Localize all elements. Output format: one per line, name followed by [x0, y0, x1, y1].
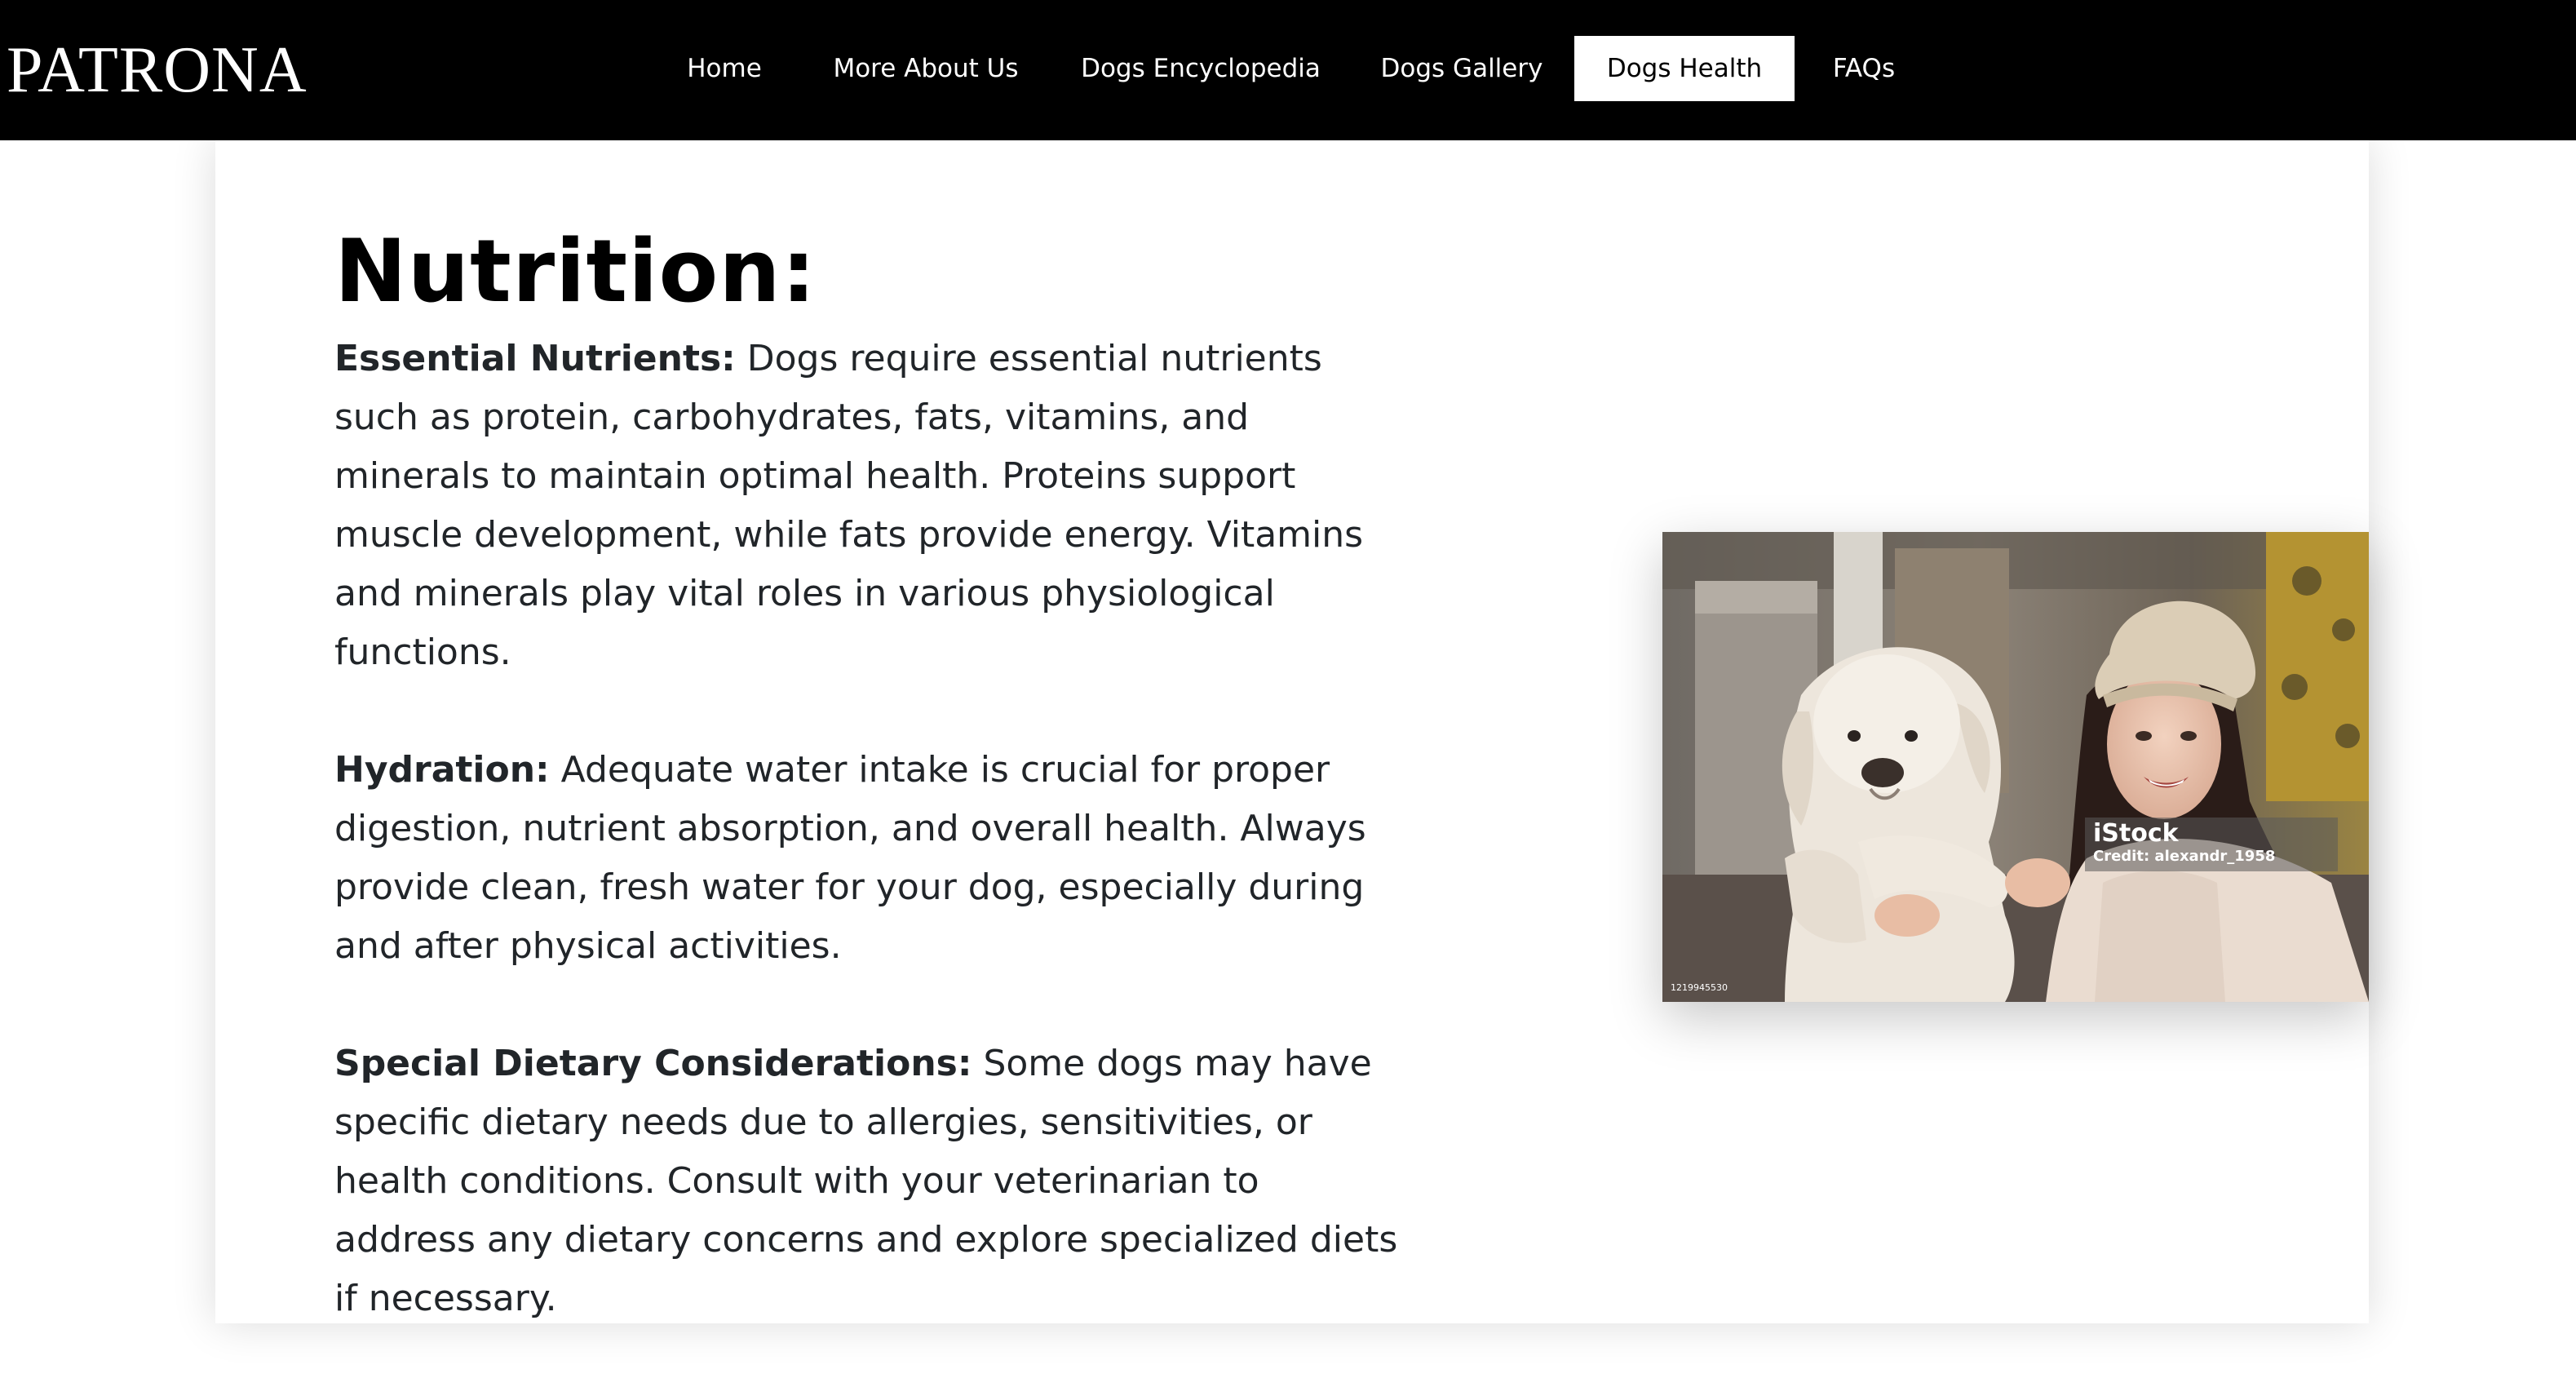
paragraph-title: Hydration:	[334, 749, 550, 791]
photo-credit-author: Credit: alexandr_1958	[2093, 848, 2276, 865]
nav-link-more-about-us[interactable]: More About Us	[808, 36, 1044, 101]
nav-link-dogs-encyclopedia[interactable]: Dogs Encyclopedia	[1057, 36, 1344, 101]
istock-label: iStock	[2093, 819, 2179, 848]
stock-photo-id: 1219945530	[1671, 982, 1728, 993]
top-navbar: PATRONA Home More About Us Dogs Encyclop…	[0, 0, 2576, 140]
paragraph-special-dietary-considerations: Special Dietary Considerations: Some dog…	[334, 1035, 1411, 1328]
section-heading: Nutrition:	[334, 221, 817, 321]
nav-link-dogs-gallery[interactable]: Dogs Gallery	[1357, 36, 1566, 101]
paragraph-title: Special Dietary Considerations:	[334, 1043, 972, 1084]
nav-link-faqs[interactable]: FAQs	[1806, 36, 1922, 101]
nav-link-home[interactable]: Home	[653, 36, 796, 101]
paragraph-hydration: Hydration: Adequate water intake is cruc…	[334, 741, 1411, 976]
nutrition-text: Essential Nutrients: Dogs require essent…	[334, 330, 1411, 1387]
photo-illustration	[1662, 532, 2369, 1002]
paragraph-essential-nutrients: Essential Nutrients: Dogs require essent…	[334, 330, 1411, 682]
paragraph-body: Dogs require essential nutrients such as…	[334, 338, 1364, 673]
woman-with-dog-photo: iStock Credit: alexandr_1958 1219945530	[1662, 532, 2369, 1002]
image-credit-overlay: iStock Credit: alexandr_1958	[2085, 818, 2338, 871]
brand-logo[interactable]: PATRONA	[7, 24, 308, 116]
paragraph-title: Essential Nutrients:	[334, 338, 736, 379]
nav-link-dogs-health[interactable]: Dogs Health	[1574, 36, 1795, 101]
